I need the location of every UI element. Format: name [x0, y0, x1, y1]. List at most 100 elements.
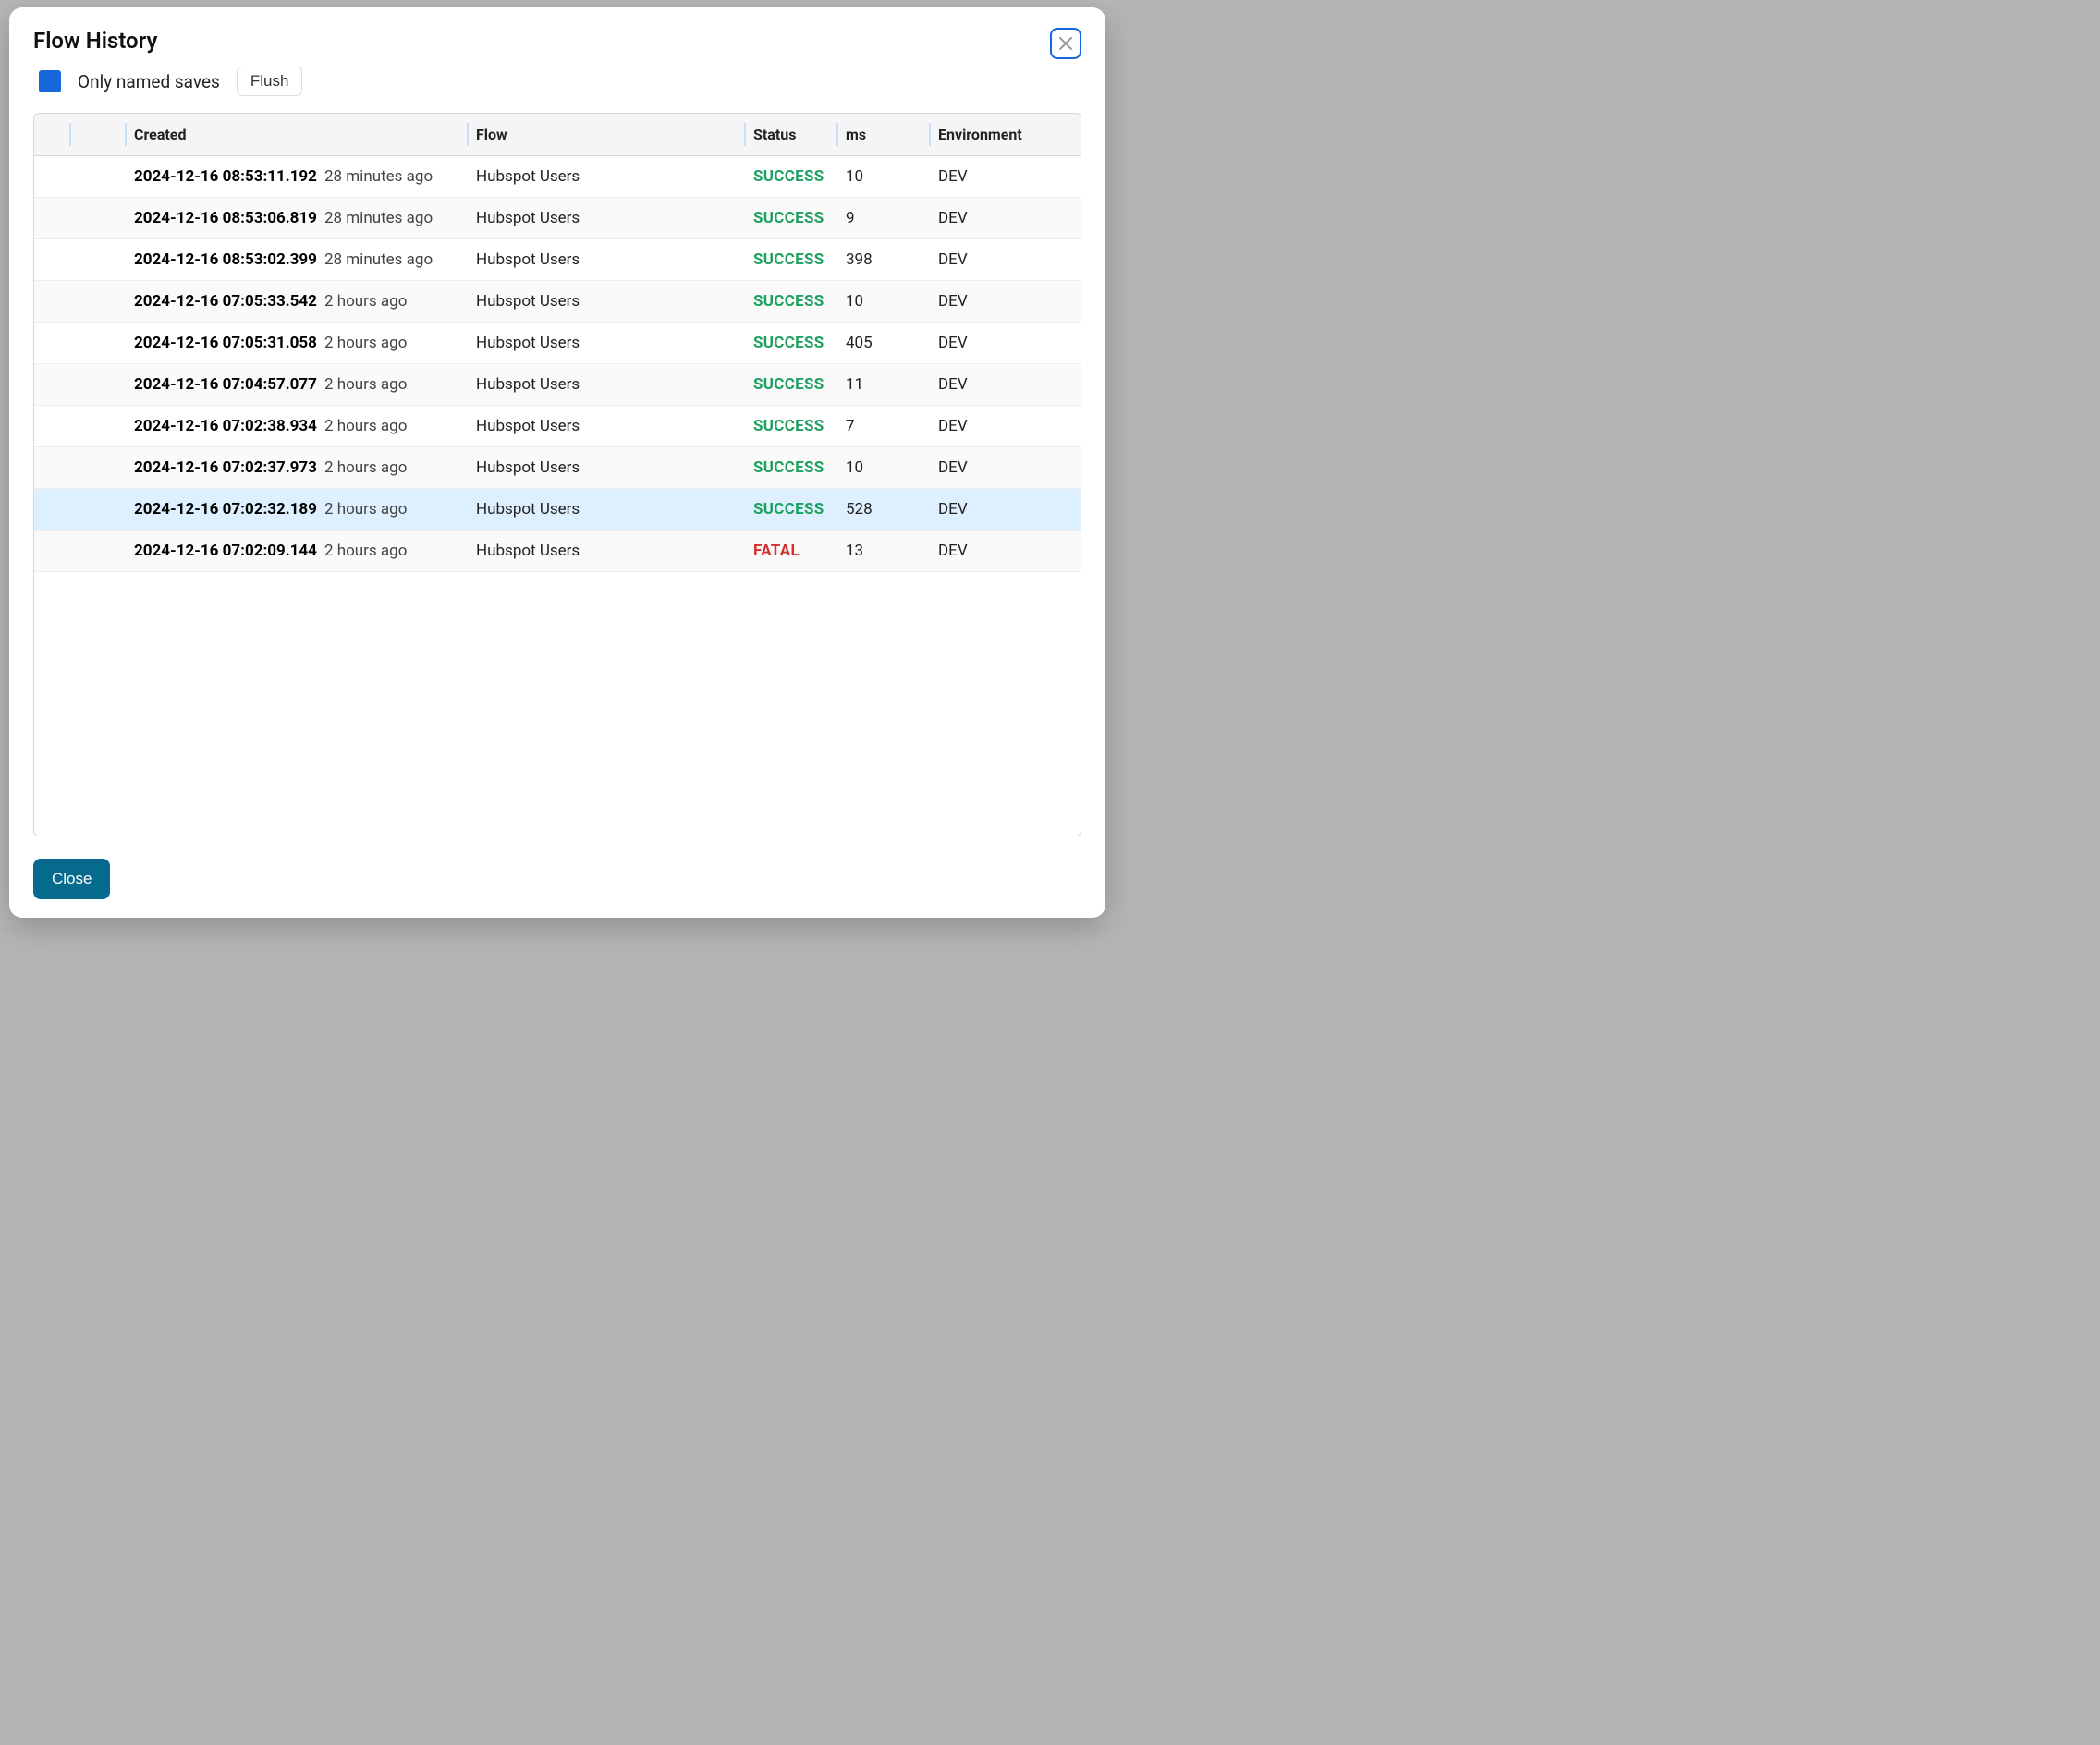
cell-status: SUCCESS [746, 281, 838, 323]
col-header-environment[interactable]: Environment [931, 114, 1081, 156]
created-relative: 2 hours ago [324, 542, 407, 560]
status-badge: SUCCESS [753, 458, 824, 477]
cell-ms: 9 [838, 198, 931, 239]
created-relative: 2 hours ago [324, 500, 407, 519]
status-badge: SUCCESS [753, 167, 824, 186]
table-row[interactable]: 2024-12-16 07:02:37.973 2 hours ago Hubspo… [34, 447, 1081, 489]
cell-blank [71, 239, 127, 281]
cell-status: SUCCESS [746, 239, 838, 281]
created-relative: 2 hours ago [324, 375, 407, 394]
cell-created: 2024-12-16 08:53:06.81928 minutes ago [127, 198, 469, 239]
table-row[interactable]: 2024-12-16 07:02:09.1442 hours agoHubspo… [34, 531, 1081, 572]
col-header-ms[interactable]: ms [838, 114, 931, 156]
cell-blank [34, 156, 71, 198]
cell-blank [34, 364, 71, 406]
created-timestamp: 2024-12-16 07:02:37.973 [134, 458, 317, 477]
cell-blank [34, 406, 71, 447]
created-timestamp: 2024-12-16 07:04:57.077 [134, 375, 317, 394]
cell-created: 2024-12-16 07:05:31.058 2 hours ago [127, 323, 469, 364]
cell-blank [71, 447, 127, 489]
only-named-saves-checkbox[interactable] [39, 70, 61, 92]
modal-title: Flow History [33, 28, 302, 54]
cell-blank [34, 323, 71, 364]
close-icon [1059, 37, 1072, 50]
cell-flow: Hubspot Users [469, 364, 746, 406]
cell-flow: Hubspot Users [469, 239, 746, 281]
status-badge: SUCCESS [753, 334, 824, 352]
created-timestamp: 2024-12-16 07:05:31.058 [134, 334, 317, 352]
table-row[interactable]: 2024-12-16 07:02:38.9342 hours agoHubspo… [34, 406, 1081, 447]
cell-status: SUCCESS [746, 406, 838, 447]
table-row[interactable]: 2024-12-16 07:05:31.0582 hours agoHubspo… [34, 323, 1081, 364]
close-icon-button[interactable] [1050, 28, 1081, 59]
created-relative: 2 hours ago [324, 458, 407, 477]
cell-env: DEV [931, 447, 1081, 489]
created-timestamp: 2024-12-16 07:02:32.189 [134, 500, 317, 519]
cell-ms: 528 [838, 489, 931, 531]
table-row[interactable]: 2024-12-16 07:05:33.5422 hours agoHubspo… [34, 281, 1081, 323]
cell-created: 2024-12-16 07:02:38.9342 hours ago [127, 406, 469, 447]
cell-env: DEV [931, 281, 1081, 323]
cell-flow: Hubspot Users [469, 489, 746, 531]
cell-created: 2024-12-16 07:04:57.077 2 hours ago [127, 364, 469, 406]
cell-blank [71, 198, 127, 239]
cell-ms: 10 [838, 281, 931, 323]
cell-flow: Hubspot Users [469, 447, 746, 489]
cell-env: DEV [931, 364, 1081, 406]
table-row[interactable]: 2024-12-16 07:02:32.189 2 hours ago Hubspo… [34, 489, 1081, 531]
table-empty-area [34, 572, 1081, 836]
cell-blank [71, 281, 127, 323]
flush-button[interactable]: Flush [237, 67, 303, 96]
col-header-blank2[interactable] [71, 114, 127, 156]
only-named-saves-label: Only named saves [78, 71, 220, 92]
col-header-flow[interactable]: Flow [469, 114, 746, 156]
status-badge: SUCCESS [753, 292, 824, 311]
cell-status: SUCCESS [746, 156, 838, 198]
cell-blank [71, 406, 127, 447]
cell-blank [34, 489, 71, 531]
cell-ms: 10 [838, 156, 931, 198]
status-badge: FATAL [753, 542, 800, 560]
cell-env: DEV [931, 198, 1081, 239]
created-relative: 28 minutes ago [324, 167, 433, 186]
cell-flow: Hubspot Users [469, 281, 746, 323]
cell-created: 2024-12-16 08:53:11.19228 minutes ago [127, 156, 469, 198]
cell-env: DEV [931, 239, 1081, 281]
cell-flow: Hubspot Users [469, 531, 746, 572]
col-header-created[interactable]: Created [127, 114, 469, 156]
created-relative: 2 hours ago [324, 292, 407, 311]
col-header-blank1[interactable] [34, 114, 71, 156]
cell-blank [71, 489, 127, 531]
cell-blank [71, 364, 127, 406]
close-button[interactable]: Close [33, 859, 110, 899]
cell-flow: Hubspot Users [469, 198, 746, 239]
cell-created: 2024-12-16 08:53:02.39928 minutes ago [127, 239, 469, 281]
table-row[interactable]: 2024-12-16 08:53:02.39928 minutes agoHub… [34, 239, 1081, 281]
history-table-container: Created Flow Status ms Environment 2024-… [33, 113, 1081, 836]
status-badge: SUCCESS [753, 209, 824, 227]
status-badge: SUCCESS [753, 417, 824, 435]
status-badge: SUCCESS [753, 250, 824, 269]
history-table: Created Flow Status ms Environment 2024-… [34, 114, 1081, 572]
created-relative: 2 hours ago [324, 334, 407, 352]
cell-status: SUCCESS [746, 447, 838, 489]
cell-blank [34, 239, 71, 281]
cell-status: SUCCESS [746, 323, 838, 364]
cell-created: 2024-12-16 07:02:09.1442 hours ago [127, 531, 469, 572]
col-header-status[interactable]: Status [746, 114, 838, 156]
cell-env: DEV [931, 489, 1081, 531]
modal-controls: Only named saves Flush [33, 67, 302, 96]
cell-ms: 7 [838, 406, 931, 447]
cell-created: 2024-12-16 07:02:37.973 2 hours ago [127, 447, 469, 489]
table-header-row: Created Flow Status ms Environment [34, 114, 1081, 156]
status-badge: SUCCESS [753, 375, 824, 394]
table-row[interactable]: 2024-12-16 08:53:11.19228 minutes agoHub… [34, 156, 1081, 198]
table-row[interactable]: 2024-12-16 08:53:06.81928 minutes agoHub… [34, 198, 1081, 239]
cell-blank [71, 323, 127, 364]
cell-env: DEV [931, 531, 1081, 572]
cell-status: SUCCESS [746, 198, 838, 239]
cell-env: DEV [931, 406, 1081, 447]
table-row[interactable]: 2024-12-16 07:04:57.077 2 hours ago Hubspo… [34, 364, 1081, 406]
created-relative: 28 minutes ago [324, 209, 433, 227]
cell-blank [34, 531, 71, 572]
